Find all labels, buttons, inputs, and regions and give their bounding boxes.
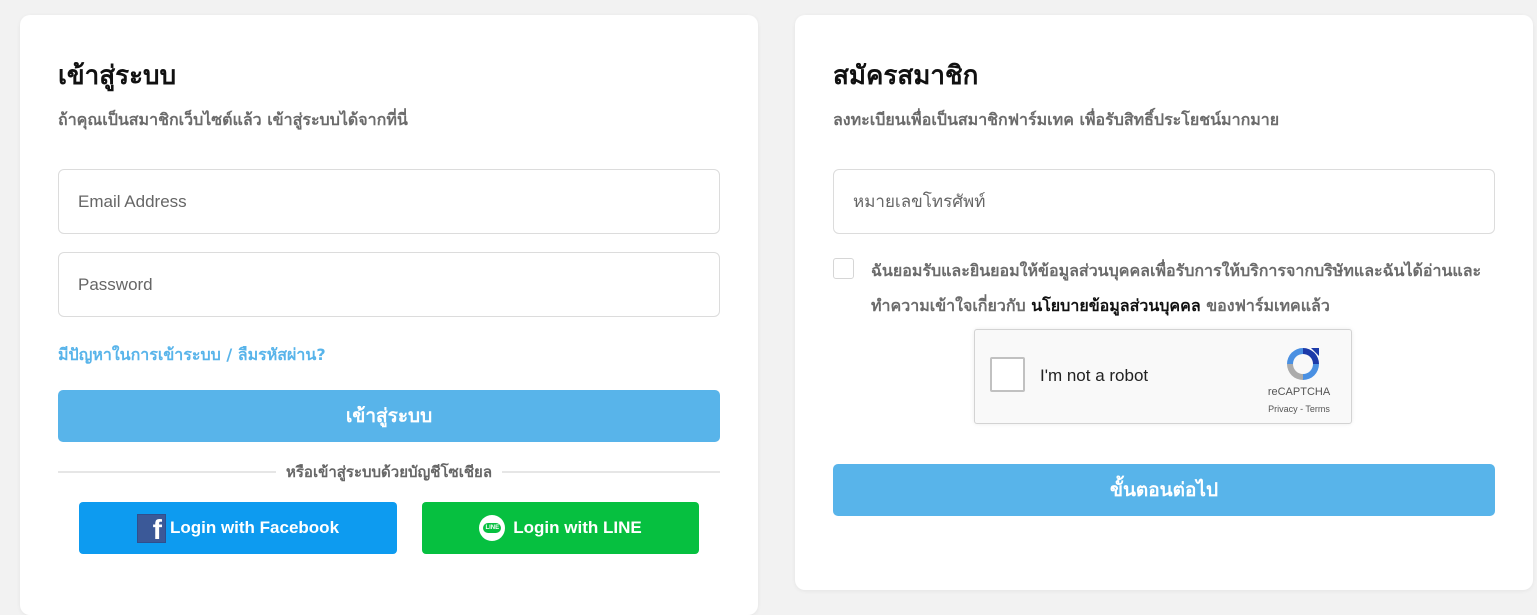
login-button[interactable]: เข้าสู่ระบบ: [58, 390, 720, 442]
facebook-icon: f: [136, 513, 166, 543]
consent-checkbox[interactable]: [833, 258, 854, 279]
forgot-password-link[interactable]: มีปัญหาในการเข้าระบบ / ลืมรหัสผ่าน?: [58, 343, 326, 368]
privacy-policy-link[interactable]: นโยบายข้อมูลส่วนบุคคล: [1031, 296, 1200, 315]
facebook-login-button[interactable]: f Login with Facebook: [79, 502, 397, 554]
login-title: เข้าสู่ระบบ: [58, 61, 177, 91]
phone-input[interactable]: [833, 169, 1495, 234]
next-step-button[interactable]: ขั้นตอนต่อไป: [833, 464, 1495, 516]
recaptcha-label: I'm not a robot: [1040, 366, 1149, 385]
recaptcha-widget: I'm not a robot reCAPTCHA Privacy - Term…: [974, 329, 1352, 424]
password-input[interactable]: [58, 252, 720, 317]
social-divider: หรือเข้าสู่ระบบด้วยบัญชีโซเชียล: [58, 459, 720, 485]
recaptcha-terms-link[interactable]: Privacy - Terms: [1257, 404, 1341, 414]
line-login-label: Login with LINE: [513, 518, 642, 537]
divider-line-right: [502, 471, 720, 473]
register-title: สมัครสมาชิก: [833, 61, 979, 91]
line-login-button[interactable]: LINE Login with LINE: [422, 502, 699, 554]
consent-text: ฉันยอมรับและยินยอมให้ข้อมูลส่วนบุคคลเพื่…: [871, 253, 1501, 323]
register-card: สมัครสมาชิก ลงทะเบียนเพื่อเป็นสมาชิกฟาร์…: [795, 15, 1533, 590]
divider-text: หรือเข้าสู่ระบบด้วยบัญชีโซเชียล: [285, 463, 493, 481]
recaptcha-logo-icon: [1287, 348, 1319, 380]
line-icon: LINE: [479, 515, 506, 541]
email-input[interactable]: [58, 169, 720, 234]
consent-text-after: ของฟาร์มเทคแล้ว: [1200, 296, 1330, 315]
recaptcha-brand: reCAPTCHA: [1267, 386, 1331, 398]
recaptcha-checkbox[interactable]: [990, 357, 1025, 392]
divider-line-left: [58, 471, 276, 473]
register-subtitle: ลงทะเบียนเพื่อเป็นสมาชิกฟาร์มเทค เพื่อรั…: [833, 110, 1280, 129]
login-subtitle: ถ้าคุณเป็นสมาชิกเว็บไซต์แล้ว เข้าสู่ระบบ…: [58, 110, 408, 129]
facebook-login-label: Login with Facebook: [169, 518, 340, 537]
login-card: เข้าสู่ระบบ ถ้าคุณเป็นสมาชิกเว็บไซต์แล้ว…: [20, 15, 758, 615]
